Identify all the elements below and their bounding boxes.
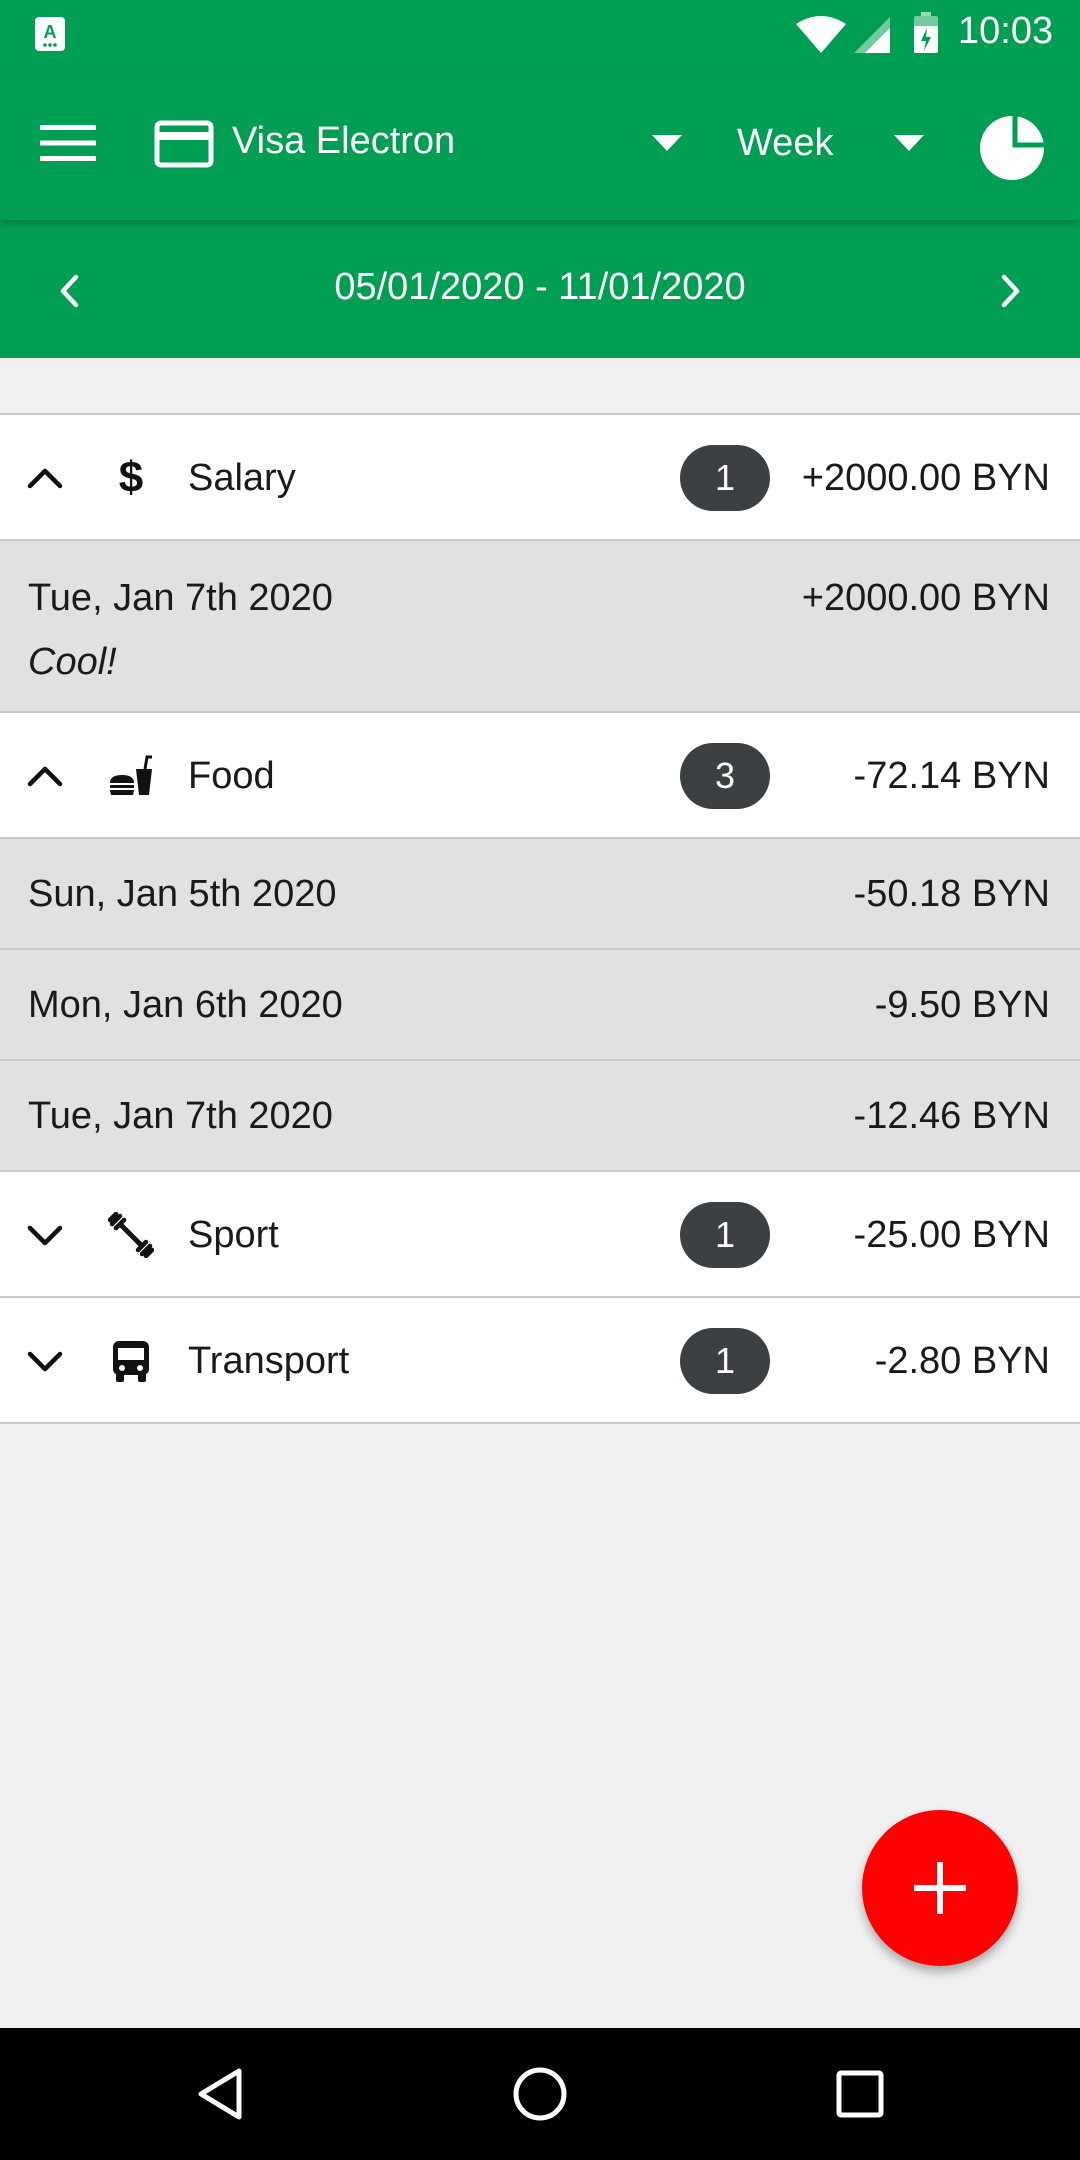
recents-button[interactable] — [824, 2058, 896, 2130]
transaction-date: Sun, Jan 5th 2020 — [28, 873, 337, 915]
category-row-transport[interactable]: Transport 1 -2.80 BYN — [0, 1298, 1080, 1424]
svg-text:A: A — [44, 22, 57, 42]
category-row-sport[interactable]: Sport 1 -25.00 BYN — [0, 1172, 1080, 1298]
dollar-icon: $ — [118, 453, 144, 502]
fitness-icon — [104, 1208, 158, 1262]
transaction-row[interactable]: Mon, Jan 6th 2020 -9.50 BYN — [0, 950, 1080, 1061]
pie-chart-icon[interactable] — [976, 112, 1048, 184]
account-dropdown-icon[interactable] — [650, 132, 684, 154]
date-range-label: 05/01/2020 - 11/01/2020 — [334, 266, 746, 308]
category-name: Sport — [188, 1214, 279, 1256]
app-toolbar: Visa Electron Week — [0, 68, 1080, 220]
transaction-row[interactable]: Sun, Jan 5th 2020 -50.18 BYN — [0, 839, 1080, 950]
category-amount: +2000.00 BYN — [801, 457, 1050, 499]
category-row-food[interactable]: Food 3 -72.14 BYN — [0, 713, 1080, 839]
recents-square-icon — [836, 2070, 884, 2118]
chevron-down-icon[interactable] — [22, 1212, 68, 1258]
home-button[interactable] — [504, 2058, 576, 2130]
chevron-up-icon[interactable] — [22, 753, 68, 799]
chevron-up-icon[interactable] — [22, 455, 68, 501]
account-name[interactable]: Visa Electron — [232, 120, 455, 163]
next-period-button[interactable] — [976, 256, 1046, 326]
status-bar: A 10:03 — [0, 0, 1080, 68]
category-amount: -25.00 BYN — [853, 1214, 1050, 1256]
fastfood-icon — [104, 749, 158, 803]
transaction-note: Cool! — [28, 641, 117, 683]
chevron-right-icon — [1001, 274, 1020, 308]
category-name: Food — [188, 755, 275, 797]
system-navigation-bar — [0, 2028, 1080, 2160]
signal-icon — [854, 17, 890, 53]
category-amount: -2.80 BYN — [874, 1340, 1050, 1382]
back-triangle-icon — [198, 2068, 242, 2120]
transaction-amount: +2000.00 BYN — [801, 577, 1050, 619]
home-circle-icon — [513, 2067, 567, 2121]
count-badge: 1 — [680, 445, 770, 511]
transaction-amount: -9.50 BYN — [874, 984, 1050, 1026]
back-button[interactable] — [184, 2058, 256, 2130]
period-label[interactable]: Week — [737, 122, 833, 165]
add-transaction-button[interactable] — [862, 1810, 1018, 1966]
transaction-row[interactable]: Tue, Jan 7th 2020 -12.46 BYN — [0, 1061, 1080, 1172]
period-dropdown-icon[interactable] — [892, 132, 926, 154]
transaction-date: Tue, Jan 7th 2020 — [28, 577, 333, 619]
menu-icon — [40, 125, 96, 161]
category-row-salary[interactable]: $ Salary 1 +2000.00 BYN — [0, 415, 1080, 541]
category-list: $ Salary 1 +2000.00 BYN Tue, Jan 7th 202… — [0, 413, 1080, 1424]
transaction-date: Tue, Jan 7th 2020 — [28, 1095, 333, 1137]
transaction-amount: -12.46 BYN — [853, 1095, 1050, 1137]
transaction-date: Mon, Jan 6th 2020 — [28, 984, 343, 1026]
category-name: Salary — [188, 457, 296, 499]
transaction-amount: -50.18 BYN — [853, 873, 1050, 915]
credit-card-icon — [154, 120, 214, 168]
transaction-row[interactable]: Tue, Jan 7th 2020 +2000.00 BYN Cool! — [0, 541, 1080, 713]
count-badge: 3 — [680, 743, 770, 809]
category-name: Transport — [188, 1340, 350, 1382]
app-notification-icon: A — [35, 17, 65, 51]
count-badge: 1 — [680, 1202, 770, 1268]
category-amount: -72.14 BYN — [853, 755, 1050, 797]
battery-charging-icon — [914, 12, 938, 53]
status-time: 10:03 — [958, 10, 1054, 52]
count-badge: 1 — [680, 1328, 770, 1394]
chevron-down-icon[interactable] — [22, 1338, 68, 1384]
date-range-bar: 05/01/2020 - 11/01/2020 — [0, 220, 1080, 358]
plus-icon — [914, 1862, 966, 1914]
bus-icon — [104, 1334, 158, 1388]
menu-button[interactable] — [26, 106, 110, 180]
wifi-icon — [796, 16, 846, 53]
